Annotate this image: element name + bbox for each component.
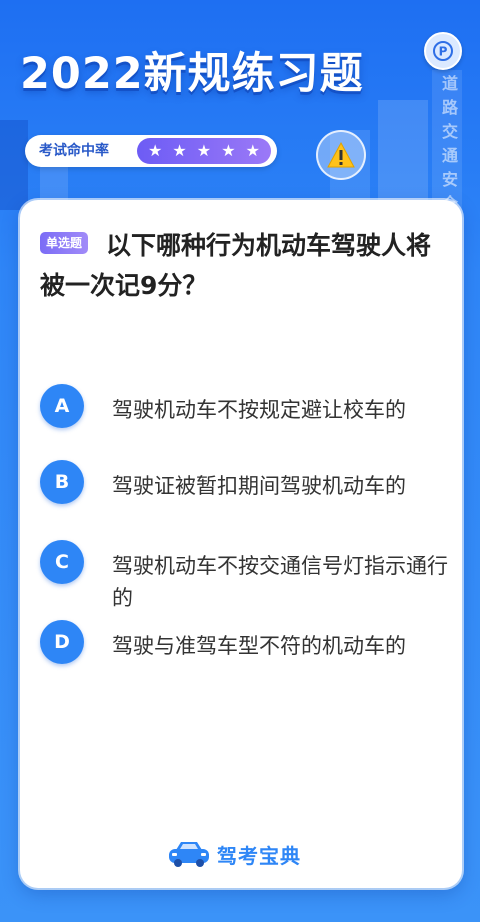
background-building (0, 120, 28, 210)
option-letter[interactable]: A (40, 384, 84, 428)
star-icon: ★ (172, 141, 187, 160)
star-icon: ★ (148, 141, 163, 160)
svg-text:P: P (439, 45, 448, 59)
brand-name: 驾考宝典 (217, 843, 301, 868)
option-letter[interactable]: D (40, 620, 84, 664)
question-text: 以下哪种行为机动车驾驶人将被一次记9分？ (40, 231, 432, 300)
option-text[interactable]: 驾驶机动车不按交通信号灯指示通行的 (112, 550, 448, 614)
warning-triangle-icon (316, 130, 366, 180)
hit-rate-badge: 考试命中率 ★ ★ ★ ★ ★ (25, 135, 277, 167)
star-icon: ★ (221, 141, 236, 160)
option-text[interactable]: 驾驶机动车不按规定避让校车的 (112, 394, 448, 426)
parking-logo-icon: P (424, 32, 462, 70)
option-letter[interactable]: C (40, 540, 84, 584)
brand-logo: 驾考宝典 (167, 836, 301, 872)
question-card: 以下哪种行为机动车驾驶人将被一次记9分？ 单选题 A 驾驶机动车不按规定避让校车… (20, 200, 462, 888)
star-rating: ★ ★ ★ ★ ★ (137, 138, 271, 164)
hit-rate-label: 考试命中率 (39, 143, 109, 159)
car-logo-icon (169, 842, 209, 867)
page-title: 2022新规练习题 (20, 49, 364, 99)
question-type-badge: 单选题 (40, 232, 89, 254)
option-letter[interactable]: B (40, 460, 84, 504)
option-text[interactable]: 驾驶证被暂扣期间驾驶机动车的 (112, 470, 448, 502)
option-text[interactable]: 驾驶与准驾车型不符的机动车的 (112, 630, 448, 662)
star-icon: ★ (196, 141, 212, 160)
star-icon: ★ (245, 141, 260, 160)
